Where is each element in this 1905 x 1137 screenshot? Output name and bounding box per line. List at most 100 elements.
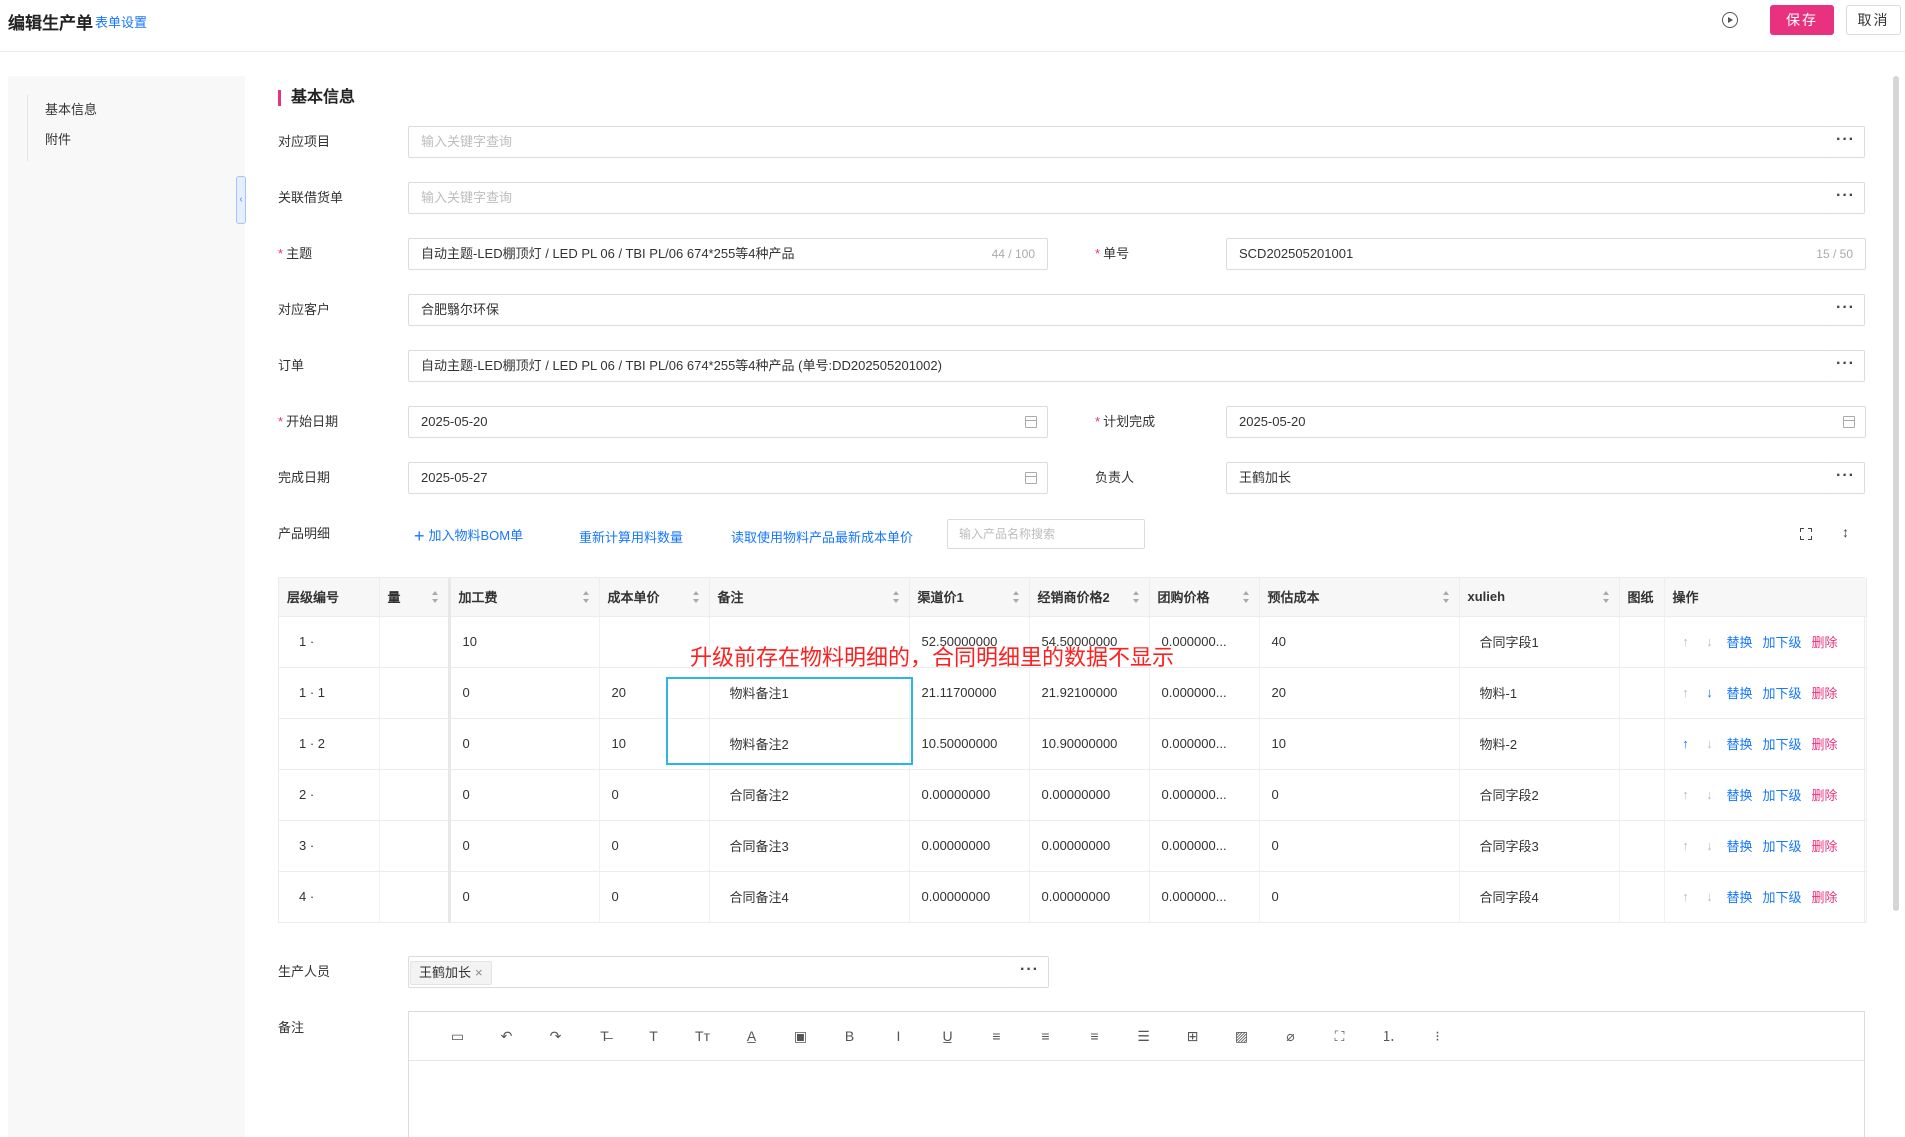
quantity-cell[interactable]	[379, 667, 451, 719]
expand-vertical-icon[interactable]: ↕	[1842, 524, 1849, 540]
delete-button[interactable]: 删除	[1812, 887, 1838, 906]
align-center-icon[interactable]: ≡	[1021, 1028, 1070, 1044]
project-input[interactable]: 输入关键字查询	[408, 126, 1828, 158]
estimated-cost-cell[interactable]: 20	[1259, 667, 1460, 719]
delete-button[interactable]: 删除	[1812, 683, 1838, 702]
level-number-cell[interactable]: 1 · 2	[279, 718, 380, 770]
move-up-icon[interactable]: ↑	[1679, 838, 1693, 853]
replace-button[interactable]: 替换	[1727, 683, 1753, 702]
underline-icon[interactable]: U̲	[923, 1028, 972, 1044]
group-price-cell[interactable]: 0.000000...	[1149, 769, 1260, 821]
delete-button[interactable]: 删除	[1812, 632, 1838, 651]
col-processing-fee[interactable]: 加工费	[449, 578, 600, 617]
italic-icon[interactable]: I	[874, 1028, 923, 1044]
processing-fee-cell[interactable]: 10	[449, 616, 600, 668]
delete-button[interactable]: 删除	[1812, 785, 1838, 804]
borrow-input[interactable]: 输入关键字查询	[408, 182, 1828, 214]
redo-icon[interactable]: ↷	[531, 1028, 580, 1045]
add-child-button[interactable]: 加下级	[1763, 785, 1802, 804]
staff-input[interactable]	[408, 956, 1012, 988]
font-size-icon[interactable]: Tт	[678, 1028, 727, 1044]
image-icon[interactable]: ▨	[1217, 1028, 1266, 1045]
estimated-cost-cell[interactable]: 10	[1259, 718, 1460, 770]
estimated-cost-cell[interactable]: 40	[1259, 616, 1460, 668]
start-date-input[interactable]: 2025-05-20	[408, 406, 1048, 438]
done-date-input[interactable]: 2025-05-27	[408, 462, 1048, 494]
dealer-price-cell[interactable]: 0.00000000	[1029, 769, 1150, 821]
add-child-button[interactable]: 加下级	[1763, 734, 1802, 753]
font-icon[interactable]: T	[629, 1028, 678, 1044]
channel-price-cell[interactable]: 0.00000000	[909, 769, 1030, 821]
form-settings-link[interactable]: 表单设置	[95, 12, 147, 31]
group-price-cell[interactable]: 0.000000...	[1149, 871, 1260, 923]
drawing-cell[interactable]	[1619, 769, 1665, 821]
order-no-input[interactable]: SCD202505201001 15 / 50	[1226, 238, 1866, 270]
delete-button[interactable]: 删除	[1812, 734, 1838, 753]
note-cell[interactable]: 合同备注3	[709, 820, 910, 872]
owner-more-button[interactable]: ···	[1827, 462, 1865, 494]
move-down-icon[interactable]: ↓	[1703, 736, 1717, 751]
read-cost-button[interactable]: 读取使用物料产品最新成本单价	[731, 527, 913, 546]
channel-price-cell[interactable]: 10.50000000	[909, 718, 1030, 770]
customer-more-button[interactable]: ···	[1827, 294, 1865, 326]
sort-icon[interactable]	[431, 591, 439, 603]
col-dealer-price[interactable]: 经销商价格2	[1029, 578, 1150, 617]
replace-button[interactable]: 替换	[1727, 785, 1753, 804]
add-child-button[interactable]: 加下级	[1763, 683, 1802, 702]
ordered-list-icon[interactable]: ⒈	[1364, 1026, 1413, 1046]
page-scrollbar[interactable]	[1893, 76, 1899, 911]
dealer-price-cell[interactable]: 10.90000000	[1029, 718, 1150, 770]
processing-fee-cell[interactable]: 0	[449, 667, 600, 719]
owner-input[interactable]: 王鹤加长	[1226, 462, 1828, 494]
level-number-cell[interactable]: 4 ·	[279, 871, 380, 923]
cancel-button[interactable]: 取消	[1846, 5, 1901, 35]
quantity-cell[interactable]	[379, 871, 451, 923]
drawing-cell[interactable]	[1619, 871, 1665, 923]
group-price-cell[interactable]: 0.000000...	[1149, 667, 1260, 719]
move-up-icon[interactable]: ↑	[1679, 634, 1693, 649]
xulieh-cell[interactable]: 物料-2	[1459, 718, 1620, 770]
add-child-button[interactable]: 加下级	[1763, 887, 1802, 906]
drawing-cell[interactable]	[1619, 718, 1665, 770]
quantity-cell[interactable]	[379, 718, 451, 770]
sort-icon[interactable]	[582, 591, 590, 603]
delete-button[interactable]: 删除	[1812, 836, 1838, 855]
xulieh-cell[interactable]: 合同字段1	[1459, 616, 1620, 668]
sort-icon[interactable]	[892, 591, 900, 603]
processing-fee-cell[interactable]: 0	[449, 871, 600, 923]
replace-button[interactable]: 替换	[1727, 887, 1753, 906]
save-button[interactable]: 保存	[1770, 5, 1834, 35]
product-search-input[interactable]: 输入产品名称搜索	[947, 519, 1145, 549]
move-down-icon[interactable]: ↓	[1703, 685, 1717, 700]
replace-button[interactable]: 替换	[1727, 632, 1753, 651]
play-circle-icon[interactable]	[1722, 12, 1738, 28]
attachment-icon[interactable]: ⌀	[1266, 1028, 1315, 1045]
level-number-cell[interactable]: 3 ·	[279, 820, 380, 872]
customer-input[interactable]: 合肥翳尔环保	[408, 294, 1828, 326]
col-xulieh[interactable]: xulieh	[1459, 578, 1620, 617]
sort-icon[interactable]	[1012, 591, 1020, 603]
move-down-icon[interactable]: ↓	[1703, 838, 1717, 853]
col-quantity[interactable]: 量	[379, 578, 451, 617]
col-group-price[interactable]: 团购价格	[1149, 578, 1260, 617]
move-up-icon[interactable]: ↑	[1679, 685, 1693, 700]
unit-cost-cell[interactable]: 0	[599, 820, 710, 872]
group-price-cell[interactable]: 0.000000...	[1149, 820, 1260, 872]
dealer-price-cell[interactable]: 0.00000000	[1029, 871, 1150, 923]
font-color-icon[interactable]: A̲	[727, 1028, 776, 1044]
processing-fee-cell[interactable]: 0	[449, 718, 600, 770]
xulieh-cell[interactable]: 合同字段2	[1459, 769, 1620, 821]
dealer-price-cell[interactable]: 21.92100000	[1029, 667, 1150, 719]
move-up-icon[interactable]: ↑	[1679, 736, 1693, 751]
col-channel-price[interactable]: 渠道价1	[909, 578, 1030, 617]
strikethrough-icon[interactable]: T̶	[580, 1028, 629, 1044]
xulieh-cell[interactable]: 合同字段4	[1459, 871, 1620, 923]
sidebar-item-attachments[interactable]: 附件	[28, 125, 97, 155]
sort-icon[interactable]	[1132, 591, 1140, 603]
note-cell[interactable]: 合同备注2	[709, 769, 910, 821]
subject-input[interactable]: 自动主题-LED棚顶灯 / LED PL 06 / TBI PL/06 674*…	[408, 238, 1048, 270]
project-more-button[interactable]: ···	[1827, 126, 1865, 158]
move-down-icon[interactable]: ↓	[1703, 634, 1717, 649]
sidebar-collapse-handle[interactable]: ‹	[236, 176, 246, 224]
xulieh-cell[interactable]: 物料-1	[1459, 667, 1620, 719]
